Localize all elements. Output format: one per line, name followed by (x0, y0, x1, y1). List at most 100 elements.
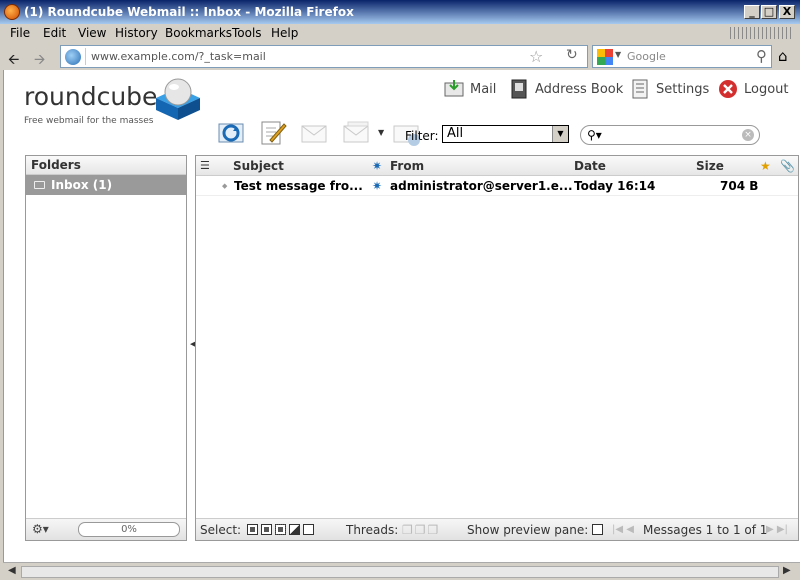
scroll-right-icon[interactable]: ▶ (783, 565, 791, 576)
message-list-footer: Select: Threads: ❐❐❐ Show preview pane: … (196, 518, 798, 540)
url-divider (85, 48, 86, 65)
column-date[interactable]: Date (574, 159, 606, 173)
star-icon[interactable]: ★ (760, 159, 771, 173)
flag-column-icon[interactable]: ✷ (372, 159, 382, 173)
compose-icon[interactable] (258, 118, 288, 148)
horizontal-scrollbar[interactable]: ◀ ▶ (3, 562, 800, 580)
attachment-icon[interactable]: 📎 (780, 159, 795, 173)
browser-search-box[interactable]: ▼ Google ⚲ (592, 45, 772, 68)
nav-settings[interactable]: Settings (630, 79, 709, 99)
flag-icon[interactable]: ✷ (372, 179, 382, 193)
preview-pane-label: Show preview pane: (467, 523, 589, 537)
logo-tagline: Free webmail for the masses (24, 116, 154, 126)
select-label: Select: (200, 523, 242, 537)
select-none-icon[interactable] (303, 524, 314, 535)
url-text[interactable]: www.example.com/?_task=mail (91, 50, 266, 63)
gear-icon[interactable]: ⚙▾ (32, 522, 49, 536)
google-icon[interactable] (597, 49, 613, 65)
nav-mail-label: Mail (470, 81, 497, 97)
reply-icon[interactable] (300, 118, 330, 148)
thread-controls-icon[interactable]: ❐❐❐ (402, 523, 440, 537)
close-window-button[interactable]: X (779, 5, 795, 19)
menu-edit[interactable]: Edit (43, 26, 66, 40)
scrollbar-track[interactable] (21, 566, 779, 578)
filter-select[interactable]: All ▼ (442, 125, 569, 143)
roundcube-logo[interactable]: roundcube Free webmail for the masses (24, 78, 200, 126)
inbox-icon (34, 181, 45, 189)
folders-header: Folders (26, 156, 186, 175)
message-count: Messages 1 to 1 of 1 (643, 523, 768, 537)
list-options-icon[interactable]: ☰ (200, 159, 210, 172)
nav-mail[interactable]: Mail (444, 79, 496, 99)
menu-help[interactable]: Help (271, 26, 298, 40)
column-subject[interactable]: Subject (233, 159, 284, 173)
column-from[interactable]: From (390, 159, 424, 173)
menu-history[interactable]: History (115, 26, 158, 40)
nav-logout-label: Logout (744, 81, 789, 97)
select-controls (247, 523, 317, 537)
search-icon[interactable]: ⚲ (756, 47, 767, 65)
select-all-icon[interactable] (247, 524, 258, 535)
logout-icon (719, 80, 737, 98)
window-titlebar: (1) Roundcube Webmail :: Inbox - Mozilla… (0, 0, 800, 24)
nav-logout[interactable]: Logout (718, 79, 789, 99)
preview-pane-checkbox[interactable] (592, 523, 606, 537)
message-date: Today 16:14 (574, 179, 656, 193)
bookmark-star-icon[interactable]: ☆ (529, 47, 543, 66)
search-placeholder: Google (627, 50, 666, 63)
reply-all-dropdown-icon[interactable]: ▼ (378, 128, 384, 137)
menu-bar: File Edit View History Bookmarks Tools H… (0, 24, 800, 43)
message-row[interactable]: ◆ Test message fro... ✷ administrator@se… (196, 176, 798, 196)
url-bar[interactable]: www.example.com/?_task=mail ☆ ↻ (60, 45, 588, 68)
select-unread-icon[interactable] (275, 524, 286, 535)
firefox-icon (4, 4, 20, 20)
folders-footer: ⚙▾ 0% (26, 518, 186, 540)
roundcube-cube-icon (156, 78, 200, 120)
home-icon[interactable]: ⌂ (778, 47, 788, 65)
invert-selection-icon[interactable] (289, 524, 300, 535)
clear-search-icon[interactable]: × (742, 129, 754, 141)
address-book-icon (511, 79, 527, 99)
folder-inbox-label: Inbox (1) (51, 178, 113, 192)
site-identity-icon[interactable] (65, 49, 81, 65)
column-size[interactable]: Size (696, 159, 724, 173)
scroll-left-icon[interactable]: ◀ (8, 565, 16, 576)
message-size: 704 B (720, 179, 759, 193)
next-page-icon[interactable]: ▶ ▶| (766, 524, 788, 535)
menu-file[interactable]: File (10, 26, 30, 40)
minimize-button[interactable]: _ (744, 5, 760, 19)
menu-tools[interactable]: Tools (232, 26, 262, 40)
logo-text: roundcube (24, 82, 158, 111)
folders-pane: Folders Inbox (1) ⚙▾ 0% (25, 155, 187, 541)
nav-addressbook-label: Address Book (535, 81, 624, 97)
preview-checkbox-box[interactable] (592, 524, 603, 535)
window-title: (1) Roundcube Webmail :: Inbox - Mozilla… (24, 5, 354, 19)
page-content: roundcube Free webmail for the masses Ma… (3, 70, 800, 562)
nav-addressbook[interactable]: Address Book (509, 79, 623, 99)
threads-label: Threads: (346, 523, 399, 537)
quota-indicator: 0% (78, 522, 180, 537)
reply-all-icon[interactable] (342, 118, 372, 148)
mail-search-input[interactable]: ⚲▾ × (580, 125, 760, 145)
chevron-down-icon[interactable]: ▼ (552, 126, 568, 142)
menu-bookmarks[interactable]: Bookmarks (165, 26, 232, 40)
select-current-page-icon[interactable] (261, 524, 272, 535)
message-list-header: ☰ Subject ✷ From Date Size ★ 📎 (196, 156, 798, 176)
filter-value: All (447, 126, 464, 141)
first-page-icon[interactable]: |◀ ◀ (612, 524, 634, 535)
maximize-button[interactable]: □ (761, 5, 777, 19)
message-list: ☰ Subject ✷ From Date Size ★ 📎 ◆ Test me… (195, 155, 799, 541)
navigation-toolbar: 🡨 🡪 www.example.com/?_task=mail ☆ ↻ ▼ Go… (0, 43, 800, 70)
check-mail-icon[interactable] (216, 118, 246, 148)
unread-dot-icon: ◆ (222, 182, 228, 190)
message-from[interactable]: administrator@server1.e... (390, 179, 573, 193)
message-subject[interactable]: Test message fro... (234, 179, 363, 193)
filter-label: Filter: (405, 129, 439, 143)
settings-icon (632, 79, 648, 99)
nav-settings-label: Settings (656, 81, 710, 97)
search-engine-dropdown-icon[interactable]: ▼ (615, 50, 621, 59)
search-options-icon[interactable]: ⚲▾ (587, 128, 602, 142)
folder-inbox[interactable]: Inbox (1) (26, 175, 186, 195)
reload-icon[interactable]: ↻ (566, 47, 578, 63)
menu-view[interactable]: View (78, 26, 106, 40)
